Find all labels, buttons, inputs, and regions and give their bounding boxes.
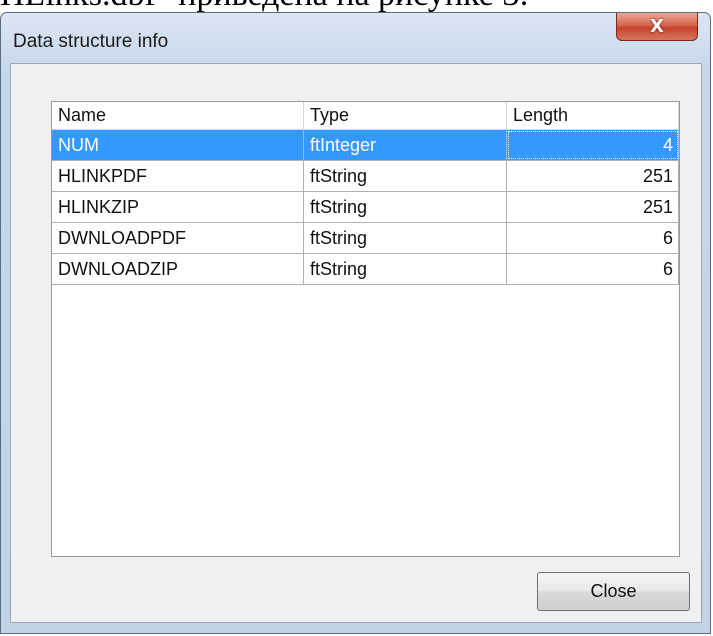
cell-name[interactable]: NUM [52,130,304,160]
column-header-length[interactable]: Length [507,102,679,129]
cell-type[interactable]: ftString [304,192,507,222]
table-row[interactable]: HLINKZIP ftString 251 [52,192,679,223]
cell-name[interactable]: HLINKPDF [52,161,304,191]
table-row[interactable]: DWNLOADPDF ftString 6 [52,223,679,254]
close-button[interactable]: Close [537,572,690,611]
cell-length[interactable]: 6 [507,223,679,253]
table-row[interactable]: NUM ftInteger 4 [52,130,679,161]
dialog-window: Data structure info X Name Type Length N… [0,12,711,634]
cell-type[interactable]: ftString [304,223,507,253]
column-header-type[interactable]: Type [304,102,507,129]
cell-length[interactable]: 251 [507,161,679,191]
cell-length[interactable]: 6 [507,254,679,284]
cell-length[interactable]: 251 [507,192,679,222]
column-header-name[interactable]: Name [52,102,304,129]
close-icon: X [650,16,664,37]
cell-length[interactable]: 4 [507,130,679,160]
table-row[interactable]: HLINKPDF ftString 251 [52,161,679,192]
cell-name[interactable]: HLINKZIP [52,192,304,222]
structure-grid[interactable]: Name Type Length NUM ftInteger 4 HLINKPD… [51,101,680,557]
window-title: Data structure info [13,31,169,52]
title-close-button[interactable]: X [616,13,698,41]
cell-name[interactable]: DWNLOADPDF [52,223,304,253]
cell-type[interactable]: ftString [304,254,507,284]
cell-name[interactable]: DWNLOADZIP [52,254,304,284]
table-row[interactable]: DWNLOADZIP ftString 6 [52,254,679,285]
cell-type[interactable]: ftString [304,161,507,191]
dialog-client-area: Name Type Length NUM ftInteger 4 HLINKPD… [10,63,702,623]
cell-type[interactable]: ftInteger [304,130,507,160]
grid-header: Name Type Length [52,102,679,130]
